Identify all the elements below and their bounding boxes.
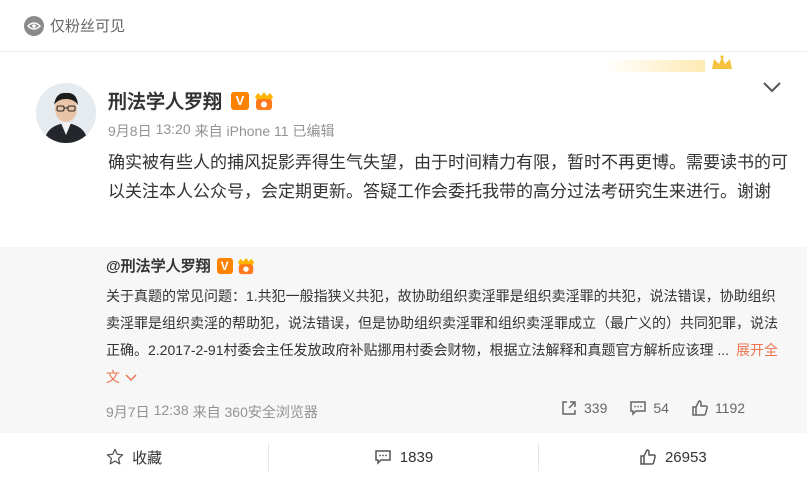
author-row: 刑法学人罗翔 V	[108, 87, 275, 114]
avatar-photo	[36, 83, 96, 143]
like-count: 26953	[664, 448, 707, 466]
comment-icon	[375, 450, 391, 465]
post-meta: 9月8日 13:20 来自 iPhone 11 已编辑	[108, 121, 335, 141]
repost-fan-badge-icon	[237, 257, 254, 274]
repost-share-count: 339	[584, 400, 608, 416]
comment-count: 1839	[399, 448, 434, 466]
repost-source: 来自 360安全浏览器	[192, 404, 318, 420]
repost-share-button[interactable]: 339	[560, 399, 607, 417]
comment-icon	[630, 401, 647, 416]
avatar[interactable]	[36, 83, 96, 143]
thumbs-up-icon	[692, 400, 708, 416]
author-name[interactable]: 刑法学人罗翔	[108, 87, 222, 114]
favorite-button[interactable]: 收藏	[0, 433, 268, 481]
repost-verified-badge-icon: V	[216, 257, 233, 274]
repost-actions: 339 54 1192	[560, 399, 790, 417]
repost-comment-count: 54	[653, 400, 669, 416]
repost-comment-button[interactable]: 54	[629, 399, 669, 417]
thumbs-up-icon	[640, 449, 656, 465]
edited-label[interactable]: 已编辑	[293, 121, 335, 141]
post-date[interactable]: 9月8日	[108, 121, 152, 141]
repost-text-block: 关于真题的常见问题：1.共犯一般指狭义共犯，故协助组织卖淫罪是组织卖淫罪的共犯，…	[106, 283, 786, 391]
eye-icon	[24, 15, 44, 36]
crown-icon	[712, 55, 732, 69]
visibility-bar: 仅粉丝可见	[0, 0, 807, 52]
fan-badge-icon	[255, 91, 274, 110]
repost-time[interactable]: 12:38	[154, 402, 189, 422]
share-icon	[562, 401, 576, 415]
repost-author-row: @刑法学人罗翔 V	[106, 255, 256, 276]
visibility-label: 仅粉丝可见	[50, 18, 126, 35]
repost-text: 关于真题的常见问题：1.共犯一般指狭义共犯，故协助组织卖淫罪是组织卖淫罪的共犯，…	[106, 288, 778, 358]
card-decoration	[605, 60, 705, 72]
post-source: 来自 iPhone 11	[194, 123, 289, 139]
post-time[interactable]: 13:20	[156, 121, 191, 141]
repost-like-button[interactable]: 1192	[691, 399, 745, 417]
expand-chevron-icon	[125, 374, 137, 382]
repost-meta: 9月7日 12:38 来自 360安全浏览器	[106, 402, 318, 422]
favorite-label: 收藏	[132, 449, 163, 467]
verified-badge-icon: V	[231, 91, 250, 110]
repost-date[interactable]: 9月7日	[106, 402, 150, 422]
post-toolbar: 收藏 1839 26953	[0, 433, 807, 481]
post-text: 确实被有些人的捕风捉影弄得生气失望，由于时间精力有限，暂时不再更博。需要读书的可…	[108, 153, 788, 201]
repost-like-count: 1192	[714, 400, 746, 416]
comment-button[interactable]: 1839	[269, 433, 537, 481]
like-button[interactable]: 26953	[539, 433, 807, 481]
chevron-down-icon[interactable]	[761, 80, 783, 94]
repost-author-name[interactable]: @刑法学人罗翔	[106, 255, 211, 276]
star-icon	[106, 448, 124, 465]
